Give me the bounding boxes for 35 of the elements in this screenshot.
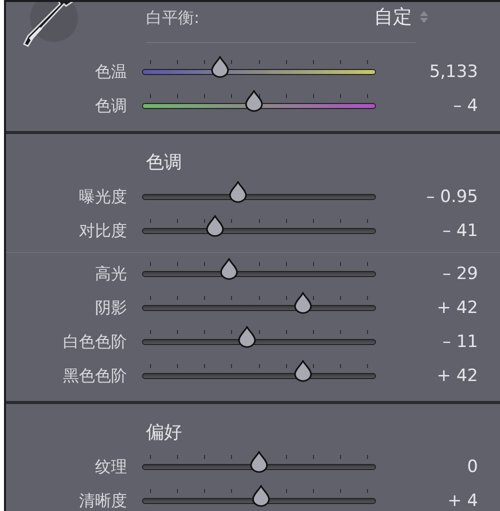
slider-label: 色温 [94,62,127,82]
balance-label: 白平衡: [146,8,200,29]
slider-thumb[interactable] [294,292,312,314]
slider-value: 0 [466,457,479,477]
slider-value: + 42 [436,366,479,386]
slider-thumb[interactable] [238,326,256,348]
section-heading: 偏好 [145,421,183,445]
section-heading: 色调 [145,151,183,175]
slider-value: – 0.95 [425,187,479,207]
slider-label: 阴影 [94,298,127,318]
slider-thumb[interactable] [294,360,312,382]
slider-label: 白色色阶 [62,332,127,352]
slider-thumb[interactable] [210,56,229,78]
slider-value: + 4 [446,491,479,511]
slider-label: 高光 [94,264,127,284]
slider-value: 5,133 [428,62,479,82]
slider-thumb[interactable] [206,215,224,237]
slider-thumb[interactable] [245,90,264,112]
slider-label: 黑色色阶 [62,366,127,386]
slider-thumb[interactable] [252,485,270,507]
slider-label: 曝光度 [78,186,127,208]
balance-mode-dropdown[interactable]: 自定 [374,4,428,30]
slider-thumb[interactable] [250,451,268,473]
slider-value: – 4 [452,96,479,116]
slider-label: 清晰度 [78,490,127,511]
slider-value: – 11 [441,332,479,352]
slider-value: + 42 [436,298,479,318]
slider-value: – 29 [441,264,479,284]
slider-label: 色调 [94,96,127,116]
slider-label: 对比度 [78,220,127,242]
slider-label: 纹理 [94,456,127,478]
slider-thumb[interactable] [220,258,238,280]
slider-value: – 41 [441,221,479,241]
up-down-arrows-icon [420,11,428,23]
slider-thumb[interactable] [229,181,248,203]
